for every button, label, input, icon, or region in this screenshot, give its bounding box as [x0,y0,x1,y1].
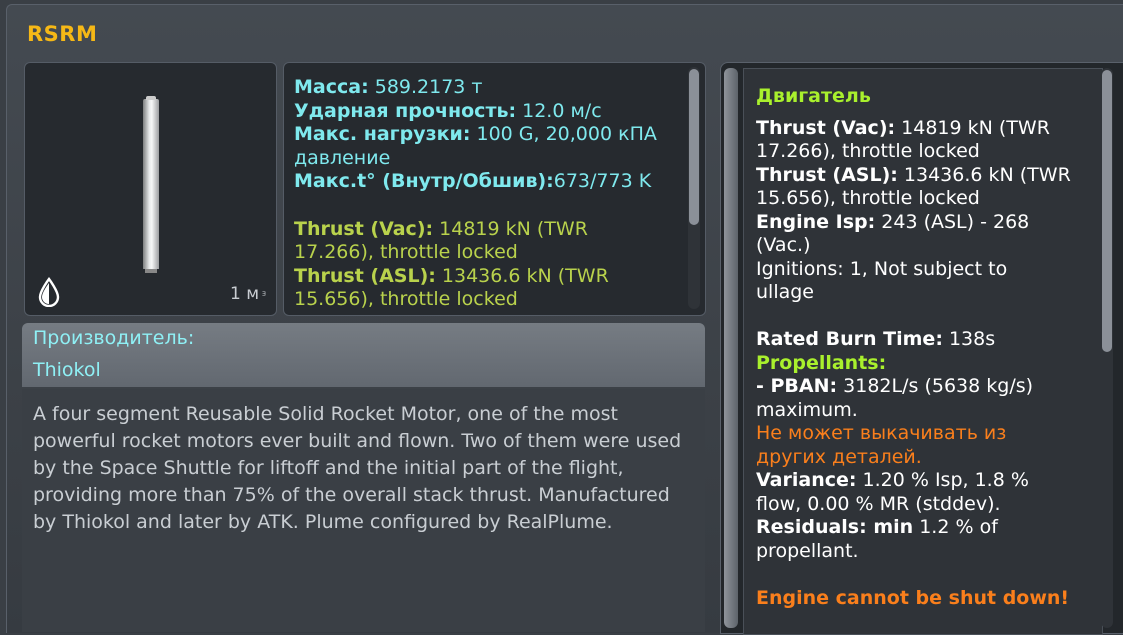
engine-thrust-vac-label: Thrust (Vac): [756,116,896,139]
impact-value: 12.0 м/с [522,99,602,122]
engine-scrollbar-thumb[interactable] [1102,70,1112,352]
manufacturer-label: Производитель: [33,327,195,349]
residuals-label: Residuals: min [756,516,914,538]
residuals-row: Residuals: min 1.2 % of propellant. [756,516,1096,563]
no-shutdown-warning: Engine cannot be shut down! [756,586,1070,609]
engine-thrust-asl-value-cont: 15.656), throttle locked [756,187,980,209]
rated-burn-time-value: 138s [948,328,996,350]
manufacturer-value: Thiokol [33,359,101,381]
variance-value: 1.20 % Isp, 1.8 % [862,469,1029,491]
rated-burn-time: Rated Burn Time: 138s [756,328,1096,352]
load-value-cont: давление [294,146,391,169]
thrust-asl-label: Thrust (ASL): [294,264,436,287]
engine-isp-label: Engine Isp: [756,210,876,233]
no-pump-text-cont: других деталей. [756,445,922,468]
part-stats-panel[interactable]: Масса: 589.2173 т Ударная прочность: 12.… [283,62,706,316]
impact-row: Ударная прочность: 12.0 м/с [294,100,684,124]
variance-label: Variance: [756,469,857,491]
manufacturer-header: Производитель: Thiokol [22,323,705,387]
impact-label: Ударная прочность: [294,99,517,122]
engine-thrust-asl: Thrust (ASL): 13436.6 kN (TWR 15.656), th… [756,164,1096,211]
variance-value-cont: flow, 0.00 % MR (stddev). [756,492,1001,515]
residuals-value-cont: propellant. [756,539,859,562]
left-scrollbar[interactable] [724,68,738,628]
pban-label: - PBAN: [756,375,838,397]
load-label: Макс. нагрузки: [294,123,471,145]
engine-isp-value: 243 (ASL) - 268 [881,210,1030,233]
engine-thrust-vac-value-cont: 17.266), throttle locked [756,140,980,162]
engine-thrust-vac: Thrust (Vac): 14819 kN (TWR 17.266), thro… [756,117,1096,164]
thrust-asl-value: 13436.6 kN (TWR [441,264,609,287]
thrust-vac-value: 14819 kN (TWR [439,217,588,240]
thrust-vac-label: Thrust (Vac): [294,217,434,240]
engine-info-panel: Двигатель Thrust (Vac): 14819 kN (TWR 17.… [720,62,1123,635]
window-title: RSRM [27,22,98,46]
pban-value: 3182L/s (5638 kg/s) [843,375,1034,397]
load-row: Макс. нагрузки: 100 G, 20,000 кПА давлени… [294,123,684,170]
thrust-asl-value-cont: 15.656), throttle locked [294,288,518,310]
mass-row: Масса: 589.2173 т [294,76,684,100]
engine-info-pane[interactable]: Двигатель Thrust (Vac): 14819 kN (TWR 17.… [743,68,1103,635]
no-pump-warning: Не может выкачивать из других деталей. [756,422,1096,469]
temp-row: Макс.t° (Внутр/Обшив):673/773 K [294,170,684,194]
pban-row: - PBAN: 3182L/s (5638 kg/s) maximum. [756,375,1096,422]
drop-icon [37,276,61,311]
part-preview-image [143,96,159,273]
mass-value: 589.2173 т [374,76,483,98]
thrust-asl-row: Thrust (ASL): 13436.6 kN (TWR 15.656), th… [294,265,684,312]
description-panel: A four segment Reusable Solid Rocket Mot… [22,389,705,632]
engine-ignitions: Ignitions: 1, Not subject to ullage [756,258,1096,305]
thrust-vac-row: Thrust (Vac): 14819 kN (TWR 17.266), thro… [294,218,684,265]
mass-label: Масса: [294,76,369,98]
scale-value: 1 м [230,284,260,304]
residuals-value: 1.2 % of [919,516,998,538]
scale-suffix: ᴲ [262,291,267,302]
load-value: 100 G, 20,000 кПА [476,123,657,145]
engine-thrust-asl-value: 13436.6 kN (TWR [903,163,1071,186]
engine-ignitions-text: Ignitions: 1, Not subject to [756,257,1008,280]
engine-heading: Двигатель [756,85,871,107]
engine-isp: Engine Isp: 243 (ASL) - 268 (Vac.) [756,211,1096,258]
scale-indicator: 1 мᴲ [230,284,266,304]
engine-ignitions-text-cont: ullage [756,281,814,303]
part-preview-panel: 1 мᴲ [24,62,277,316]
pban-value-cont: maximum. [756,398,858,421]
propellants-label: Propellants: [756,351,887,374]
engine-thrust-vac-value: 14819 kN (TWR [901,116,1050,139]
stats-scrollbar-thumb[interactable] [689,69,699,225]
no-pump-text: Не может выкачивать из [756,422,1007,444]
engine-thrust-asl-label: Thrust (ASL): [756,163,898,186]
part-description: A four segment Reusable Solid Rocket Mot… [33,403,682,533]
engine-isp-value-cont: (Vac.) [756,234,811,256]
thrust-vac-value-cont: 17.266), throttle locked [294,241,518,263]
temp-value: 673/773 K [553,170,652,192]
rated-burn-time-label: Rated Burn Time: [756,328,943,350]
temp-label: Макс.t° (Внутр/Обшив): [294,170,554,192]
variance-row: Variance: 1.20 % Isp, 1.8 % flow, 0.00 % … [756,469,1096,516]
